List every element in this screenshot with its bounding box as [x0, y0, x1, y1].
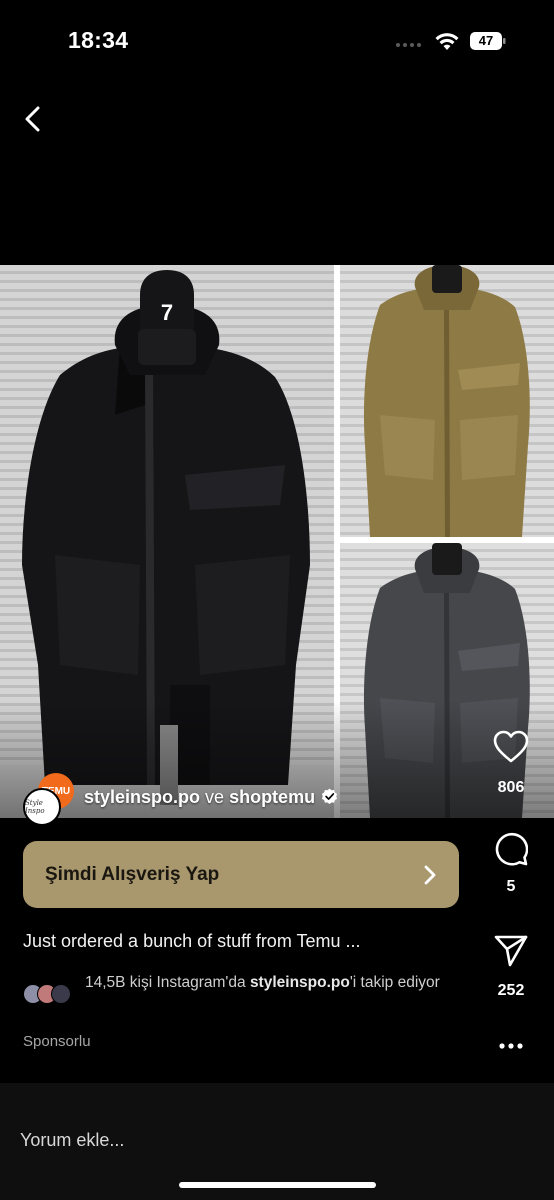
- chevron-right-icon: [424, 865, 436, 884]
- share-count: 252: [497, 982, 525, 999]
- followers-suffix: 'i takip ediyor: [349, 974, 440, 991]
- heart-icon[interactable]: [493, 730, 529, 764]
- shop-now-button[interactable]: Şimdi Alışveriş Yap: [23, 841, 459, 908]
- verified-badge-icon: [322, 788, 338, 804]
- photo-divider: [340, 537, 554, 543]
- followers-account[interactable]: styleinspo.po: [250, 974, 350, 991]
- comment-icon[interactable]: [494, 832, 528, 866]
- product-photo-khaki-coat[interactable]: [340, 265, 554, 537]
- wifi-icon: [435, 33, 459, 50]
- like-count: 806: [497, 779, 525, 796]
- back-icon[interactable]: [22, 104, 44, 134]
- followers-context: 14,5B kişi Instagram'da styleinspo.po'i …: [85, 973, 455, 993]
- follower-avatar: [51, 984, 71, 1004]
- shop-now-label: Şimdi Alışveriş Yap: [45, 863, 220, 885]
- cellular-signal-icon: [396, 43, 421, 47]
- follower-avatars: [23, 984, 79, 1004]
- followers-prefix: 14,5B kişi Instagram'da: [85, 974, 250, 991]
- account-name-primary[interactable]: styleinspo.po: [84, 787, 200, 807]
- sponsored-label: Sponsorlu: [23, 1033, 91, 1050]
- post-caption[interactable]: Just ordered a bunch of stuff from Temu …: [23, 931, 361, 952]
- account-conjunction: ve: [205, 787, 225, 807]
- avatar-styleinspo[interactable]: Style Inspo: [23, 788, 61, 826]
- status-time: 18:34: [68, 27, 129, 53]
- send-icon[interactable]: [493, 934, 529, 968]
- home-indicator: [179, 1182, 376, 1188]
- comment-input[interactable]: [20, 1130, 480, 1151]
- post-accounts[interactable]: styleinspo.po ve shoptemu: [84, 787, 338, 808]
- more-icon[interactable]: [499, 1042, 523, 1050]
- avatar-styleinspo-text: Style Inspo: [25, 799, 45, 815]
- comment-count: 5: [506, 878, 516, 895]
- battery-level: 47: [478, 33, 494, 48]
- account-name-secondary[interactable]: shoptemu: [229, 787, 315, 807]
- svg-text:7: 7: [161, 300, 173, 325]
